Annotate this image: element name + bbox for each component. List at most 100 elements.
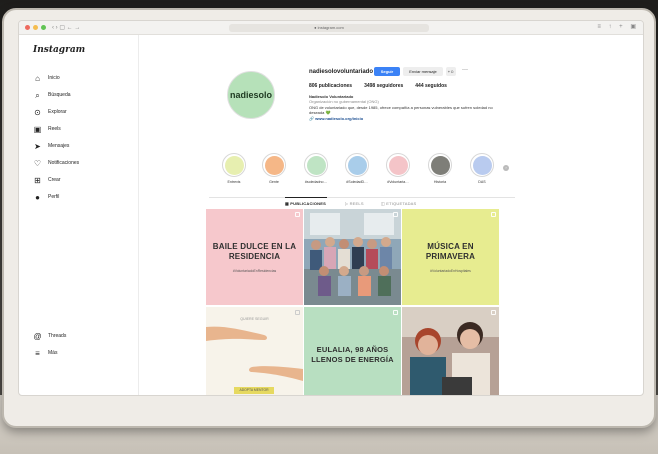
tab-reels[interactable]: ▷ REELS <box>345 201 364 206</box>
highlight-cover <box>264 155 284 175</box>
highlight-label: #soledadno… <box>304 180 328 184</box>
highlight-ring <box>470 153 494 177</box>
post-tile-photo-group[interactable] <box>304 209 401 305</box>
highlight-ring <box>386 153 410 177</box>
highlight-label: Entrevis <box>227 180 241 184</box>
highlight-historia[interactable]: Historia <box>425 153 455 184</box>
follow-button[interactable]: Seguir <box>374 67 400 76</box>
post-tile-photo-women[interactable] <box>402 307 499 395</box>
sidebar-item-home[interactable]: ⌂ Inicio <box>33 72 60 84</box>
sidebar-item-label: Reels <box>48 126 61 132</box>
profile-avatar[interactable]: nadiesolo <box>227 71 275 119</box>
maximize-dot-icon[interactable] <box>41 25 46 30</box>
browser-window: ‹ › ▢ ← → ● instagram.com ≡ ↑ + ▣ Instag… <box>18 20 644 396</box>
post-hashtag: #VoluntariadoEnHospitales <box>430 269 471 273</box>
highlight-label: Historia <box>433 180 447 184</box>
profile-icon: ● <box>35 192 40 202</box>
sidebar-item-more[interactable]: ≡ Más <box>33 347 57 359</box>
suggest-user-button[interactable]: +☺ <box>446 67 456 76</box>
sidebar-item-label: Perfil <box>48 194 60 200</box>
threads-icon: @ <box>33 331 42 341</box>
post-title: BAILE DULCE EN LA RESIDENCIA <box>212 242 297 261</box>
address-bar[interactable]: ● instagram.com <box>229 24 429 32</box>
post-hashtag: #VoluntariadoEnResidencias <box>232 269 277 273</box>
carousel-icon <box>393 212 398 217</box>
highlight-ring <box>222 153 246 177</box>
reels-icon: ▣ <box>33 124 42 134</box>
highlight-das[interactable]: DAS <box>467 153 497 184</box>
post-title: MÚSICA EN PRIMAVERA <box>425 242 476 261</box>
sidebar-item-profile[interactable]: ● Perfil <box>33 191 59 203</box>
highlight-cover <box>224 155 244 175</box>
highlight-soledadno[interactable]: #soledadno… <box>301 153 331 184</box>
heart-icon: ♡ <box>33 158 42 168</box>
highlight-ring <box>345 153 369 177</box>
sidebar-item-label: Mensajes <box>48 143 70 149</box>
active-tab-indicator <box>285 197 327 198</box>
sidebar-item-notifications[interactable]: ♡ Notificaciones <box>33 157 79 169</box>
highlight-ring <box>262 153 286 177</box>
sidebar-item-label: Búsqueda <box>48 92 71 98</box>
women-photo-image <box>402 307 499 395</box>
profile-website-link[interactable]: 🔗 www.nadiesolo.org/inicio <box>309 116 509 121</box>
home-icon: ⌂ <box>35 73 40 83</box>
sidebar: Instagram ⌂ Inicio ⌕ Búsqueda ⊙ Explorar… <box>19 35 139 395</box>
sidebar-item-explore[interactable]: ⊙ Explorar <box>33 106 67 118</box>
sidebar-item-create[interactable]: ⊞ Crear <box>33 174 60 186</box>
group-photo-image <box>304 209 401 305</box>
carousel-icon <box>491 212 496 217</box>
highlight-cover <box>306 155 326 175</box>
followers-count[interactable]: 3498 seguidores <box>364 83 403 89</box>
tab-posts[interactable]: ▦ PUBLICACIONES <box>285 201 326 206</box>
highlight-label: #SoledadD… <box>346 180 368 184</box>
laptop-frame: ‹ › ▢ ← → ● instagram.com ≡ ↑ + ▣ Instag… <box>2 8 656 428</box>
browser-nav-icons[interactable]: ‹ › ▢ ← → <box>52 24 80 31</box>
tab-tagged[interactable]: ◫ ETIQUETADAS <box>381 201 416 206</box>
highlight-cover <box>430 155 450 175</box>
following-count[interactable]: 444 seguidos <box>415 83 447 89</box>
highlight-ring <box>304 153 328 177</box>
tabs-divider <box>209 197 515 198</box>
profile-description: ONG de voluntariado que, desde 1985, ofr… <box>309 104 493 116</box>
sidebar-item-label: Notificaciones <box>48 160 80 166</box>
highlight-label: DAS <box>478 180 486 184</box>
chevron-right-icon[interactable]: › <box>503 165 509 171</box>
menu-icon: ≡ <box>35 348 40 358</box>
sidebar-item-messages[interactable]: ➤ Mensajes <box>33 140 69 152</box>
profile-stats: 806 publicaciones 3498 seguidores 444 se… <box>309 83 447 89</box>
send-icon: ➤ <box>34 141 41 151</box>
compass-icon: ⊙ <box>34 107 41 117</box>
browser-tools-icons[interactable]: ≡ ↑ + ▣ <box>597 23 639 30</box>
post-tile[interactable]: MÚSICA EN PRIMAVERA #VoluntariadoEnHospi… <box>402 209 499 305</box>
highlight-label: #Voluntaria… <box>387 180 409 184</box>
instagram-logo[interactable]: Instagram <box>33 45 85 55</box>
highlight-ring <box>428 153 452 177</box>
highlight-gente[interactable]: Gente <box>259 153 289 184</box>
carousel-icon <box>295 212 300 217</box>
highlight-label: Gente <box>269 180 279 184</box>
profile-bio: Nadiesolo Voluntariado Organización no g… <box>309 94 509 121</box>
sidebar-item-label: Más <box>48 350 58 356</box>
sidebar-item-reels[interactable]: ▣ Reels <box>33 123 61 135</box>
minimize-dot-icon[interactable] <box>33 25 38 30</box>
more-options-icon[interactable]: ··· <box>460 67 470 76</box>
browser-toolbar: ‹ › ▢ ← → ● instagram.com ≡ ↑ + ▣ <box>19 21 643 35</box>
sidebar-item-search[interactable]: ⌕ Búsqueda <box>33 89 71 101</box>
highlight-cover <box>347 155 367 175</box>
post-tile[interactable]: EULALIA, 98 AÑOS LLENOS DE ENERGÍA <box>304 307 401 395</box>
plus-square-icon: ⊞ <box>34 175 41 185</box>
highlight-voluntariado[interactable]: #Voluntaria… <box>383 153 413 184</box>
post-tile[interactable]: QUIERE SEGUIR ADOPTA MENTOR <box>206 307 303 395</box>
highlight-cover <box>472 155 492 175</box>
posts-count: 806 publicaciones <box>309 83 353 89</box>
highlight-entrevistas[interactable]: Entrevis <box>219 153 249 184</box>
carousel-icon <box>393 310 398 315</box>
sidebar-item-label: Explorar <box>48 109 67 115</box>
highlight-soledadd[interactable]: #SoledadD… <box>342 153 372 184</box>
sidebar-item-threads[interactable]: @ Threads <box>33 330 66 342</box>
send-message-button[interactable]: Enviar mensaje <box>403 67 443 76</box>
post-tile[interactable]: BAILE DULCE EN LA RESIDENCIA #Voluntaria… <box>206 209 303 305</box>
carousel-icon <box>491 310 496 315</box>
post-title: QUIERE SEGUIR <box>240 317 269 321</box>
close-dot-icon[interactable] <box>25 25 30 30</box>
